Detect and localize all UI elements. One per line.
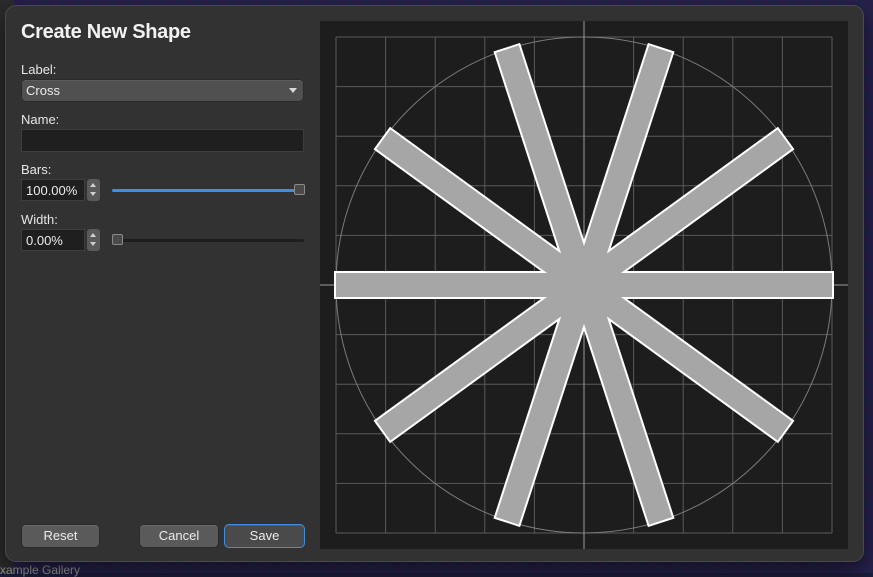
shape-preview-canvas bbox=[320, 21, 848, 549]
bars-caption: Bars: bbox=[21, 162, 52, 177]
stepper-down-icon[interactable] bbox=[90, 192, 96, 196]
reset-button[interactable]: Reset bbox=[22, 525, 99, 547]
stepper-up-icon[interactable] bbox=[90, 183, 96, 187]
width-caption: Width: bbox=[21, 212, 58, 227]
width-slider-thumb[interactable] bbox=[112, 234, 123, 245]
dialog-title: Create New Shape bbox=[21, 21, 191, 43]
label-select-value: Cross bbox=[26, 83, 60, 98]
bars-stepper[interactable] bbox=[87, 179, 100, 201]
width-stepper[interactable] bbox=[87, 229, 100, 251]
width-slider[interactable] bbox=[112, 234, 304, 245]
stepper-down-icon[interactable] bbox=[90, 242, 96, 246]
cancel-button[interactable]: Cancel bbox=[140, 525, 218, 547]
stepper-up-icon[interactable] bbox=[90, 233, 96, 237]
bars-slider-fill bbox=[112, 189, 304, 192]
width-value-field[interactable]: 0.00% bbox=[21, 229, 85, 251]
label-select[interactable]: Cross bbox=[22, 80, 303, 101]
background-gallery-label: xample Gallery bbox=[0, 563, 81, 577]
shape-preview-svg bbox=[320, 21, 848, 549]
chevron-down-icon bbox=[289, 88, 297, 93]
label-caption: Label: bbox=[21, 62, 57, 77]
save-button[interactable]: Save bbox=[225, 525, 304, 547]
bars-slider[interactable] bbox=[112, 184, 305, 195]
name-caption: Name: bbox=[21, 112, 60, 127]
bars-value-field[interactable]: 100.00% bbox=[21, 179, 85, 201]
create-shape-dialog: Create New Shape Label: Cross Name: Bars… bbox=[6, 6, 863, 561]
bars-slider-thumb[interactable] bbox=[294, 184, 305, 195]
name-field[interactable] bbox=[21, 129, 304, 152]
